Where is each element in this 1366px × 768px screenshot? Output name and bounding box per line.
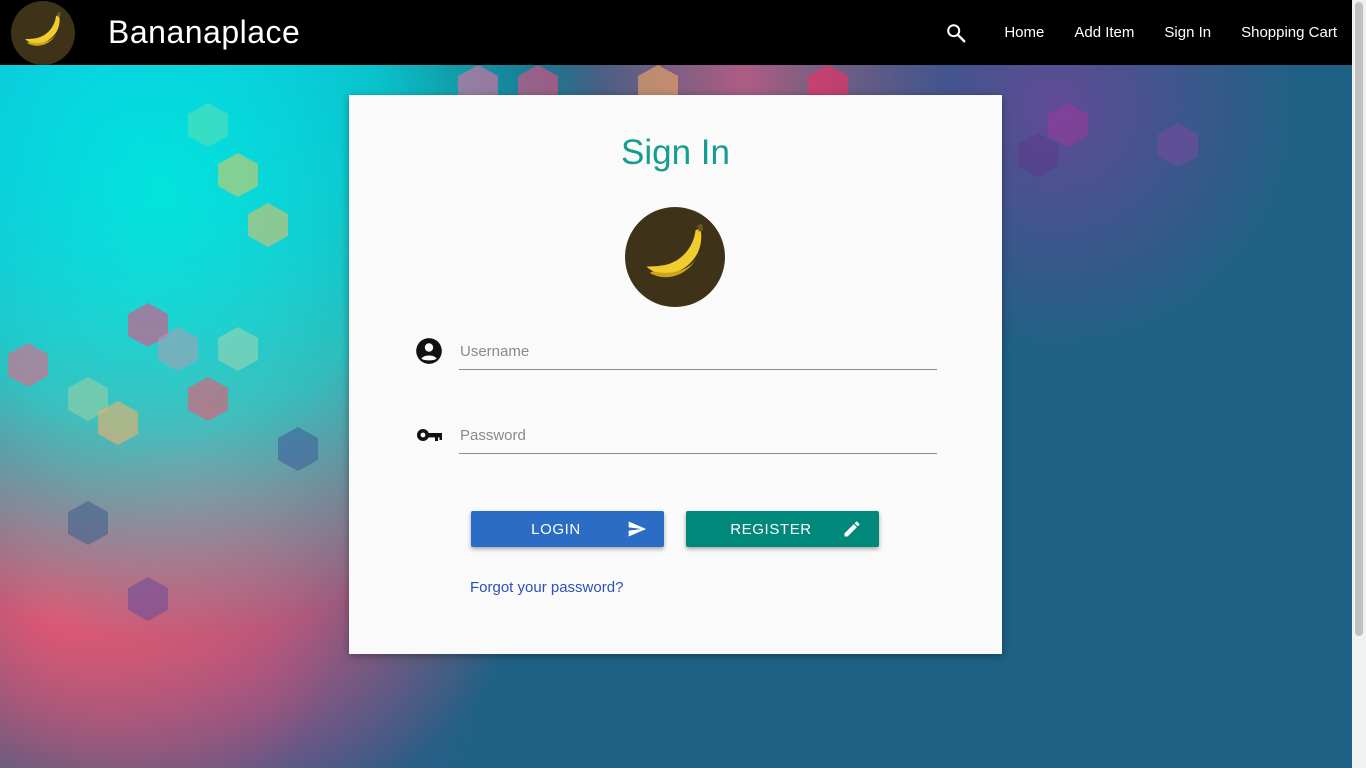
nav-add-item[interactable]: Add Item — [1059, 24, 1149, 41]
brand-name[interactable]: Bananaplace — [108, 14, 300, 51]
nav-menu: Home Add Item Sign In Shopping Cart — [945, 0, 1352, 65]
banana-avatar — [625, 207, 725, 307]
sign-in-card: Sign In LOGIN REGISTER Forgot your p — [349, 95, 1002, 654]
nav-shopping-cart[interactable]: Shopping Cart — [1226, 24, 1352, 41]
send-icon — [628, 521, 647, 537]
search-icon[interactable] — [945, 22, 967, 44]
forgot-password-link[interactable]: Forgot your password? — [470, 579, 623, 596]
page-scrollbar[interactable] — [1352, 0, 1366, 768]
pencil-icon — [844, 521, 860, 537]
login-button[interactable]: LOGIN — [471, 511, 664, 547]
username-input[interactable] — [459, 333, 937, 370]
register-button[interactable]: REGISTER — [686, 511, 879, 547]
password-input[interactable] — [459, 417, 937, 454]
account-circle-icon — [416, 338, 442, 364]
sign-in-title: Sign In — [621, 133, 730, 172]
nav-home[interactable]: Home — [989, 24, 1059, 41]
register-button-label: REGISTER — [730, 520, 812, 538]
login-button-label: LOGIN — [531, 520, 581, 538]
banana-icon — [25, 11, 61, 46]
banana-logo[interactable] — [11, 0, 75, 65]
banana-icon — [646, 223, 704, 278]
scrollbar-thumb[interactable] — [1355, 2, 1363, 636]
key-icon — [417, 429, 442, 441]
top-navbar: Bananaplace Home Add Item Sign In Shoppi… — [0, 0, 1352, 65]
nav-sign-in[interactable]: Sign In — [1149, 24, 1226, 41]
